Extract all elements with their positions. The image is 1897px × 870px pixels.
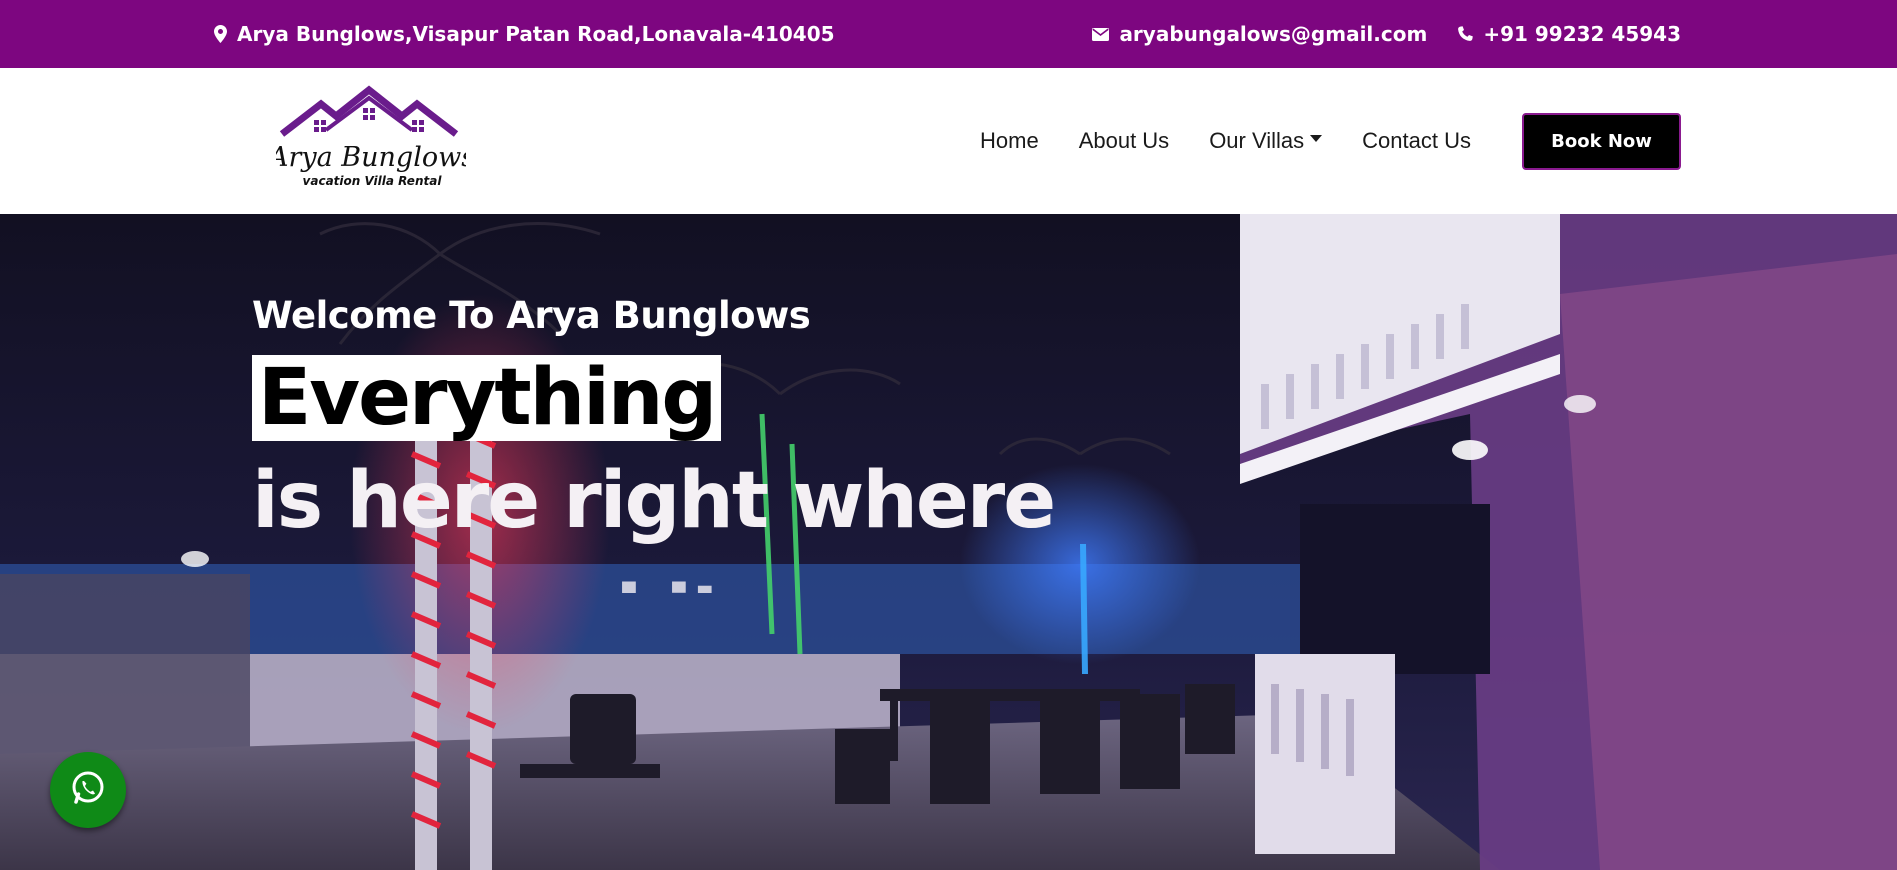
nav-about-us[interactable]: About Us bbox=[1079, 128, 1170, 154]
brand-logo[interactable]: Arya Bunglows vacation Villa Rental bbox=[266, 82, 475, 202]
nav-home[interactable]: Home bbox=[980, 128, 1039, 154]
whatsapp-icon bbox=[69, 769, 107, 811]
nav-our-villas-label: Our Villas bbox=[1209, 128, 1305, 153]
phone-icon bbox=[1457, 26, 1474, 42]
whatsapp-chat-button[interactable] bbox=[50, 752, 126, 828]
phone-text[interactable]: +91 99232 45943 bbox=[1483, 22, 1681, 46]
main-navbar: Arya Bunglows vacation Villa Rental Home… bbox=[0, 68, 1897, 214]
address-info: Arya Bunglows,Visapur Patan Road,Lonaval… bbox=[214, 0, 835, 68]
hero-section: Welcome To Arya Bunglows Everything is h… bbox=[0, 214, 1897, 870]
hero-welcome-heading: Welcome To Arya Bunglows bbox=[252, 294, 811, 337]
envelope-icon bbox=[1092, 27, 1110, 41]
nav-about-us-label: About Us bbox=[1078, 128, 1170, 153]
primary-nav: Home About Us Our Villas Contact Us bbox=[980, 68, 1471, 214]
brand-name: Arya Bunglows bbox=[276, 142, 466, 173]
hero-headline-line-partial-text: you need it bbox=[252, 579, 1054, 593]
map-marker-icon bbox=[214, 25, 227, 43]
caret-down-icon bbox=[1310, 134, 1323, 142]
phone-link[interactable]: +91 99232 45943 bbox=[1457, 22, 1681, 46]
nav-contact-us-label: Contact Us bbox=[1362, 128, 1471, 153]
nav-contact-us[interactable]: Contact Us bbox=[1362, 128, 1471, 154]
hero-headline-line: is here right where bbox=[252, 456, 1056, 546]
hero-headline-line-partial: you need it bbox=[252, 579, 1054, 593]
top-contact-bar: Arya Bunglows,Visapur Patan Road,Lonaval… bbox=[0, 0, 1897, 68]
email-text[interactable]: aryabungalows@gmail.com bbox=[1119, 22, 1427, 46]
email-link[interactable]: aryabungalows@gmail.com bbox=[1092, 22, 1427, 46]
nav-home-label: Home bbox=[980, 128, 1039, 153]
hero-highlight-word: Everything bbox=[252, 355, 722, 441]
hero-text-block: Welcome To Arya Bunglows Everything is h… bbox=[252, 294, 1056, 593]
book-now-button[interactable]: Book Now bbox=[1522, 113, 1681, 170]
brand-tagline: vacation Villa Rental bbox=[303, 174, 443, 188]
address-text: Arya Bunglows,Visapur Patan Road,Lonaval… bbox=[237, 22, 835, 46]
nav-our-villas-dropdown[interactable]: Our Villas bbox=[1209, 128, 1323, 154]
